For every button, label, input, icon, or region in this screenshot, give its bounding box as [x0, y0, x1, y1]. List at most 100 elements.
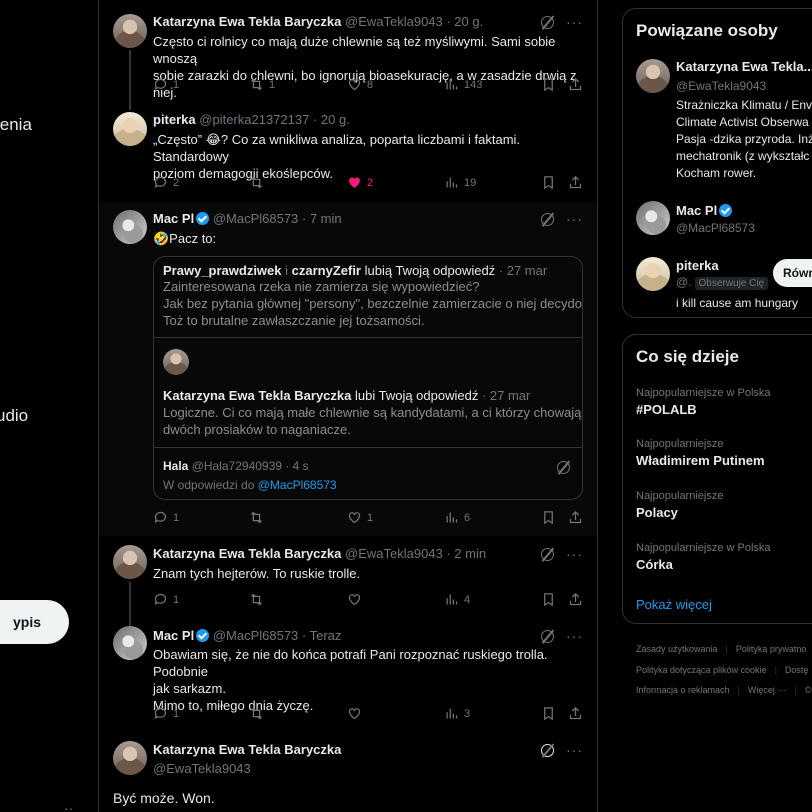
trend-item[interactable]: Córka: [636, 557, 673, 572]
bookmark-button[interactable]: [541, 77, 556, 92]
footer-link[interactable]: Więcej ···: [748, 685, 787, 695]
nav-item-creator-studio[interactable]: udio: [0, 406, 28, 426]
reply-button[interactable]: 2: [153, 175, 179, 190]
nav-item-notifications[interactable]: ienia: [0, 115, 32, 135]
related-person-handle[interactable]: @. Obserwuje Cię: [676, 275, 769, 290]
repost-button[interactable]: [249, 175, 264, 190]
related-person-handle[interactable]: @EwaTekla9043: [676, 79, 766, 93]
trend-category: Najpopularniejsze: [636, 490, 724, 502]
grok-icon[interactable]: [541, 744, 554, 757]
author-name[interactable]: Mac Pl: [153, 628, 194, 643]
left-navigation: ienia udio ypis ··: [0, 0, 98, 812]
share-button[interactable]: [568, 77, 583, 92]
trend-item[interactable]: Władimirem Putinem: [636, 453, 765, 468]
author-handle[interactable]: @MacPl68573 · 7 min: [213, 211, 342, 226]
avatar[interactable]: [113, 626, 147, 660]
bookmark-button[interactable]: [541, 175, 556, 190]
quoted-reply-header: Hala @Hala72940939 · 4 s: [163, 459, 309, 473]
tweet[interactable]: piterka @piterka21372137 · 20 g. „Często…: [99, 102, 597, 202]
bookmark-button[interactable]: [541, 510, 556, 525]
share-button[interactable]: [568, 592, 583, 607]
more-icon[interactable]: ··: [64, 800, 73, 812]
views-button[interactable]: 6: [444, 510, 470, 525]
related-person-handle[interactable]: @MacPl68573: [676, 221, 755, 235]
author-handle[interactable]: @EwaTekla9043 · 20 g.: [345, 14, 483, 29]
footer-row: Zasady użytkowania | Polityka prywatno: [636, 644, 807, 654]
quoted-screenshot[interactable]: Prawy_prawdziwek i czarnyZefir lubią Two…: [153, 256, 583, 500]
more-icon[interactable]: ···: [566, 212, 583, 226]
avatar[interactable]: [113, 14, 147, 48]
author-name[interactable]: Katarzyna Ewa Tekla Baryczka: [153, 742, 341, 757]
reply-button[interactable]: 1: [153, 77, 179, 92]
bookmark-button[interactable]: [541, 592, 556, 607]
grok-icon[interactable]: [541, 630, 554, 643]
author-handle[interactable]: @MacPl68573 · Teraz: [213, 628, 342, 643]
footer-link[interactable]: Informacja o reklamach: [636, 685, 730, 695]
trend-item[interactable]: #POLALB: [636, 402, 697, 417]
like-button[interactable]: 8: [347, 77, 373, 92]
repost-icon: [251, 176, 262, 189]
views-button[interactable]: 19: [444, 175, 476, 190]
author-handle[interactable]: @EwaTekla9043 · 2 min: [345, 546, 486, 561]
tweet-header: Katarzyna Ewa Tekla Baryczka @EwaTekla90…: [153, 546, 486, 561]
repost-button[interactable]: [249, 592, 264, 607]
views-button[interactable]: 4: [444, 592, 470, 607]
show-more-link[interactable]: Pokaż więcej: [636, 597, 712, 612]
verified-badge-icon: [719, 204, 733, 217]
repost-button[interactable]: [249, 706, 264, 721]
share-button[interactable]: [568, 706, 583, 721]
reply-button[interactable]: 1: [153, 510, 179, 525]
more-icon[interactable]: ···: [566, 15, 583, 29]
views-button[interactable]: 3: [444, 706, 470, 721]
author-name[interactable]: piterka: [153, 112, 196, 127]
related-person-name[interactable]: Mac Pl: [676, 203, 733, 218]
author-name[interactable]: Katarzyna Ewa Tekla Baryczka: [153, 546, 341, 561]
like-notification: Katarzyna Ewa Tekla Baryczka lubi Twoją …: [163, 387, 530, 404]
follow-back-button[interactable]: Równ: [773, 259, 812, 287]
reply-icon: [154, 707, 167, 720]
avatar[interactable]: [113, 112, 147, 146]
avatar[interactable]: [636, 201, 670, 235]
like-button[interactable]: [347, 706, 362, 721]
footer-link[interactable]: Zasady użytkowania: [636, 644, 718, 654]
more-icon[interactable]: ···: [566, 743, 583, 757]
more-icon[interactable]: ···: [566, 547, 583, 561]
avatar[interactable]: [636, 59, 670, 93]
avatar[interactable]: [636, 257, 670, 291]
tweet[interactable]: Katarzyna Ewa Tekla Baryczka @EwaTekla90…: [99, 0, 597, 102]
related-person-name[interactable]: Katarzyna Ewa Tekla...: [676, 59, 812, 74]
author-name[interactable]: Mac Pl: [153, 211, 194, 226]
share-button[interactable]: [568, 175, 583, 190]
tweet[interactable]: Katarzyna Ewa Tekla Baryczka @EwaTekla90…: [99, 536, 597, 620]
related-person-name[interactable]: piterka: [676, 258, 719, 273]
post-button[interactable]: ypis: [0, 600, 69, 644]
avatar[interactable]: [113, 545, 147, 579]
repost-button[interactable]: 1: [249, 77, 275, 92]
more-icon[interactable]: ···: [566, 629, 583, 643]
reply-button[interactable]: 1: [153, 592, 179, 607]
grok-icon[interactable]: [541, 213, 554, 226]
avatar[interactable]: [113, 741, 147, 775]
bio-line: mechatronik (z wykształc: [676, 149, 810, 163]
author-handle[interactable]: @EwaTekla9043: [153, 761, 341, 776]
tweet[interactable]: Mac Pl @MacPl68573 · Teraz ··· Obawiam s…: [99, 620, 597, 736]
reply-button[interactable]: 1: [153, 706, 179, 721]
tweet-highlighted[interactable]: Mac Pl @MacPl68573 · 7 min ··· 🤣Pacz to:…: [99, 202, 597, 536]
like-button[interactable]: 1: [347, 510, 373, 525]
grok-icon[interactable]: [541, 548, 554, 561]
like-button[interactable]: 2: [347, 175, 373, 190]
footer-link[interactable]: Polityka prywatno: [736, 644, 807, 654]
views-button[interactable]: 143: [444, 77, 482, 92]
footer-link[interactable]: Dostę: [785, 665, 809, 675]
repost-button[interactable]: [249, 510, 264, 525]
trend-item[interactable]: Polacy: [636, 505, 678, 520]
grok-icon[interactable]: [541, 16, 554, 29]
like-button[interactable]: [347, 592, 362, 607]
author-handle[interactable]: @piterka21372137 · 20 g.: [199, 112, 350, 127]
bookmark-button[interactable]: [541, 706, 556, 721]
footer-link[interactable]: Polityka dotycząca plików cookie: [636, 665, 767, 675]
share-button[interactable]: [568, 510, 583, 525]
avatar[interactable]: [113, 210, 147, 244]
author-name[interactable]: Katarzyna Ewa Tekla Baryczka: [153, 14, 341, 29]
reply-count: 1: [173, 707, 180, 720]
